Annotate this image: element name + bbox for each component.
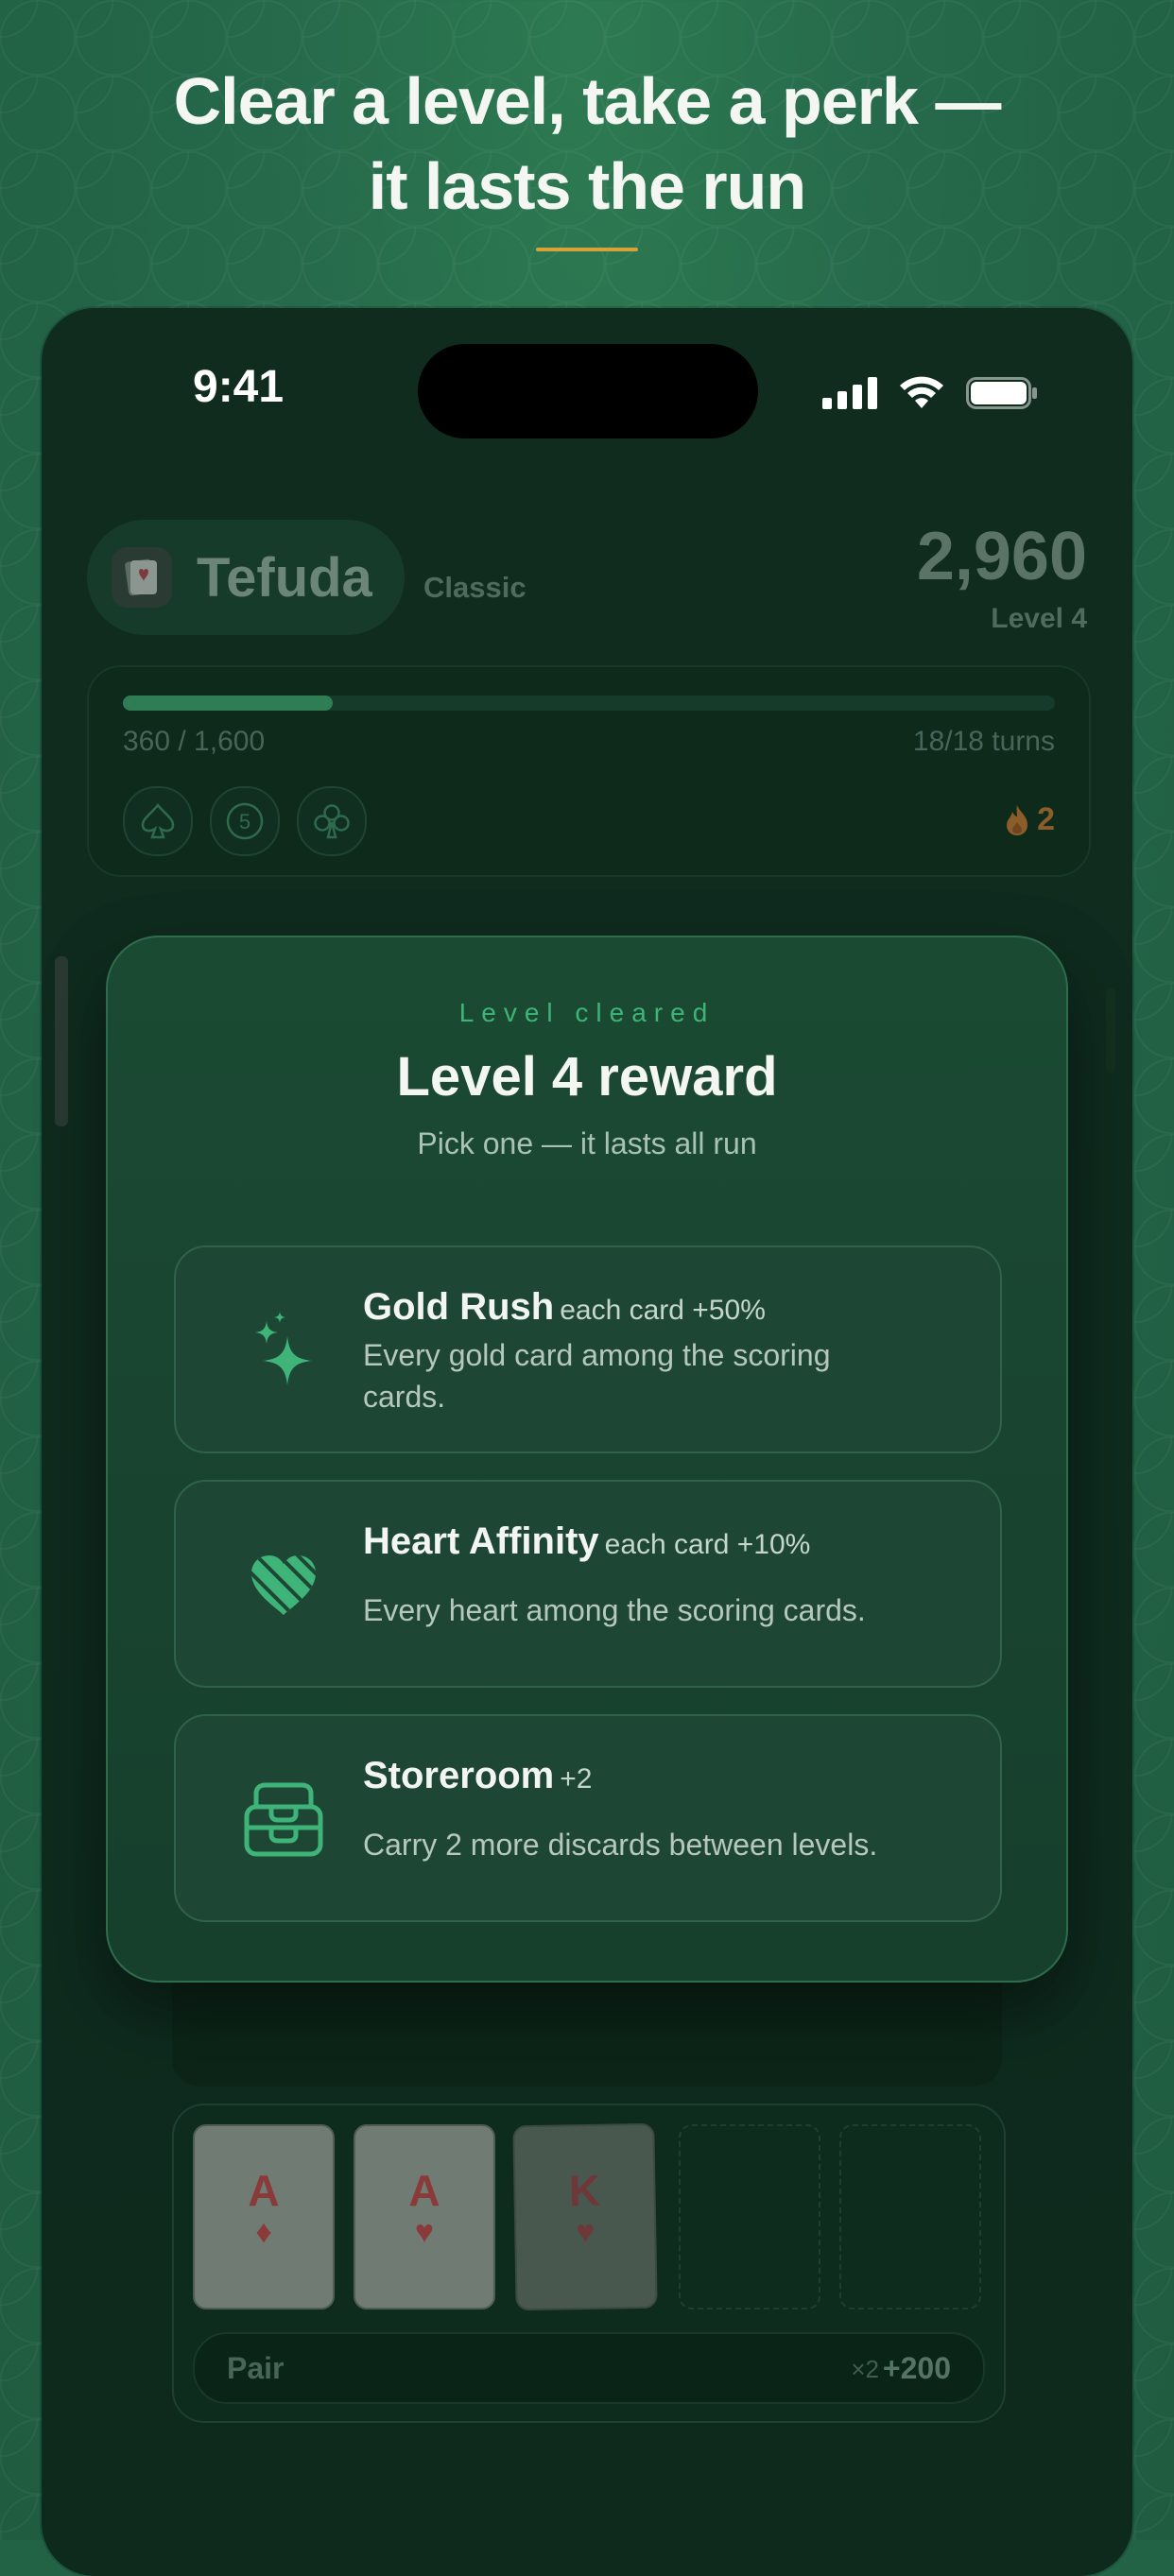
perk-tag: each card +10% — [604, 1529, 811, 1560]
card-rank: A — [408, 2166, 440, 2215]
level-reward-modal: Level cleared Level 4 reward Pick one — … — [106, 936, 1068, 1983]
perk-option-gold-rush[interactable]: Gold Rush each card +50% Every gold card … — [174, 1245, 1002, 1453]
card-rank: A — [248, 2166, 280, 2215]
perk-option-heart-affinity[interactable]: Heart Affinity each card +10% Every heart… — [174, 1480, 1002, 1688]
flame-icon — [1007, 804, 1028, 835]
marketing-headline: Clear a level, take a perk — it lasts th… — [0, 59, 1174, 229]
hand-card-1[interactable]: A ♦ — [193, 2124, 335, 2310]
perk-option-storeroom[interactable]: Storeroom +2 Carry 2 more discards betwee… — [174, 1714, 1002, 1922]
side-card-peek-right — [1106, 988, 1115, 1073]
hand-evaluation-bar: Pair ×2 +200 — [193, 2332, 985, 2404]
streak-counter: 2 — [1005, 801, 1055, 838]
headline-underline — [536, 248, 638, 251]
score-value: 2,960 — [916, 519, 1087, 594]
heart-icon — [238, 1540, 329, 1631]
perk-name: Storeroom — [363, 1755, 555, 1796]
perk-name: Gold Rush — [363, 1286, 555, 1328]
empty-card-slot — [839, 2124, 981, 2310]
hand-name: Pair — [227, 2351, 285, 2385]
hand-card-3[interactable]: K ♥ — [512, 2122, 658, 2311]
hand-area: A ♦ A ♥ K ♥ Pair ×2 +200 — [172, 2104, 1006, 2423]
coin-value: 5 — [239, 810, 250, 833]
hand-multiplier: ×2 — [851, 2355, 879, 2383]
perk-tag: +2 — [560, 1763, 593, 1795]
progress-score-text: 360 / 1,600 — [123, 726, 266, 757]
perk-description: Every gold card among the scoring cards. — [363, 1338, 831, 1414]
app-name: Tefuda — [197, 546, 372, 609]
side-card-peek — [55, 956, 68, 1126]
perk-description: Carry 2 more discards between levels. — [363, 1828, 878, 1862]
progress-fill — [123, 696, 333, 711]
perk-name: Heart Affinity — [363, 1520, 599, 1562]
card-deck-icon — [112, 547, 172, 608]
game-mode-label: Classic — [423, 571, 527, 604]
hand-card-2[interactable]: A ♥ — [354, 2124, 495, 2310]
headline-line-2: it lasts the run — [368, 149, 806, 223]
coin-icon[interactable]: 5 — [210, 786, 280, 856]
app-title-pill[interactable]: Tefuda — [87, 520, 405, 635]
headline-line-1: Clear a level, take a perk — — [173, 64, 1002, 138]
hand-points: +200 — [882, 2351, 951, 2385]
streak-count: 2 — [1037, 801, 1055, 837]
level-progress-card: 360 / 1,600 18/18 turns 5 2 — [87, 665, 1091, 877]
turns-remaining-text: 18/18 turns — [912, 726, 1055, 757]
heart-suit-icon: ♥ — [575, 2213, 596, 2251]
storage-box-icon — [238, 1775, 329, 1865]
modal-subtitle: Pick one — it lasts all run — [417, 1126, 757, 1160]
level-cleared-label: Level cleared — [458, 998, 716, 1027]
modal-title: Level 4 reward — [396, 1046, 778, 1108]
level-label: Level 4 — [991, 603, 1087, 634]
modifier-chips: 5 — [123, 786, 367, 856]
card-rank: K — [568, 2165, 601, 2216]
perk-tag: each card +50% — [560, 1295, 766, 1326]
progress-track — [123, 696, 1055, 711]
empty-card-slot — [679, 2124, 820, 2310]
perk-description: Every heart among the scoring cards. — [363, 1593, 866, 1627]
heart-suit-icon: ♥ — [414, 2214, 435, 2250]
sparkles-icon — [238, 1306, 329, 1397]
spade-icon[interactable] — [123, 786, 193, 856]
diamond-icon: ♦ — [255, 2214, 272, 2250]
club-icon[interactable] — [297, 786, 367, 856]
